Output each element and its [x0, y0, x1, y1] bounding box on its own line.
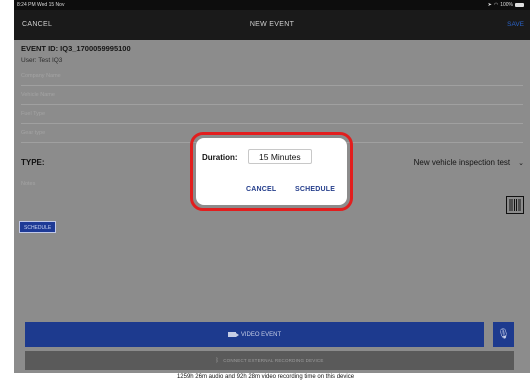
company-name-field[interactable]: Company Name — [21, 67, 523, 86]
dialog-cancel-button[interactable]: CANCEL — [246, 186, 276, 193]
event-id: EVENT ID: IQ3_1700059995100 — [21, 44, 131, 53]
schedule-button[interactable]: SCHEDULE — [19, 221, 57, 233]
microphone-button[interactable]: 🎙 — [493, 322, 514, 347]
status-right: ➤ ◠ 100% — [488, 0, 524, 10]
page-title: NEW EVENT — [249, 21, 295, 28]
barcode-scan-icon[interactable] — [506, 196, 524, 214]
status-date: Wed 15 Nov — [37, 2, 65, 8]
fuel-type-field[interactable]: Fuel Type — [21, 105, 523, 124]
schedule-dialog: Duration: 15 Minutes CANCEL SCHEDULE — [196, 138, 347, 205]
connect-device-button[interactable]: ᛒ CONNECT EXTERNAL RECORDING DEVICE — [25, 351, 514, 370]
type-label: TYPE: — [21, 158, 45, 167]
battery-icon — [515, 3, 524, 7]
microphone-icon: 🎙 — [497, 329, 510, 340]
battery-percent: 100% — [500, 2, 513, 8]
bluetooth-icon: ᛒ — [215, 357, 220, 364]
user-label: User: Test IQ3 — [21, 57, 63, 64]
type-select[interactable]: New vehicle inspection test ⌄ — [414, 158, 524, 167]
status-time: 8:24 PM Wed 15 Nov — [17, 0, 64, 10]
nav-save-button[interactable]: SAVE — [507, 21, 524, 28]
video-camera-icon — [227, 332, 239, 337]
vehicle-name-field[interactable]: Vehicle Name — [21, 86, 523, 105]
type-value: New vehicle inspection test — [413, 158, 511, 167]
wifi-icon: ◠ — [493, 2, 499, 8]
duration-input[interactable]: 15 Minutes — [248, 149, 312, 164]
status-clock: 8:24 PM — [17, 2, 36, 8]
duration-label: Duration: — [202, 153, 238, 162]
connect-device-label: CONNECT EXTERNAL RECORDING DEVICE — [223, 358, 324, 363]
recording-time-footer: 1259h 26m audio and 92h 28m video record… — [176, 374, 355, 380]
location-icon: ➤ — [487, 2, 492, 8]
nav-bar: CANCEL NEW EVENT SAVE — [14, 10, 530, 40]
status-bar: 8:24 PM Wed 15 Nov ➤ ◠ 100% — [14, 0, 530, 10]
dialog-schedule-button[interactable]: SCHEDULE — [295, 186, 335, 193]
video-event-label: VIDEO EVENT — [240, 331, 282, 338]
video-event-button[interactable]: VIDEO EVENT — [25, 322, 484, 347]
chevron-down-icon: ⌄ — [518, 159, 524, 167]
notes-field[interactable]: Notes — [21, 181, 35, 187]
